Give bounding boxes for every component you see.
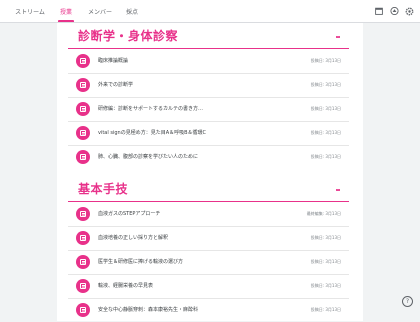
material-icon <box>76 126 90 140</box>
item-title: 輸液、経腸栄養の早見表 <box>98 283 154 289</box>
item-date: 投稿日: 3月13日 <box>310 283 341 288</box>
list-item[interactable]: 血液ガスのSTEPアプローチ 最終編集: 3月13日 <box>68 202 349 227</box>
drive-folder-icon[interactable] <box>389 6 399 16</box>
tab-members[interactable]: メンバー <box>86 0 114 22</box>
material-icon <box>76 303 90 317</box>
tab-grades[interactable]: 採点 <box>124 0 140 22</box>
section-title: 診断学・身体診察 <box>78 29 179 43</box>
calendar-icon[interactable] <box>374 6 384 16</box>
item-title: 臨床推論概論 <box>98 58 129 64</box>
list-item[interactable]: 血液培養の正しい採り方と解釈 投稿日: 3月13日 <box>68 226 349 251</box>
item-date: 投稿日: 3月13日 <box>310 154 341 159</box>
material-icon <box>76 102 90 116</box>
more-options-icon[interactable] <box>335 32 341 42</box>
list-item[interactable]: vital signの見極め方：見た目A＆呼吸B＆循環C 投稿日: 3月13日 <box>68 121 349 146</box>
item-date: 投稿日: 3月13日 <box>310 106 341 111</box>
material-icon <box>76 279 90 293</box>
item-title: 外来での診断学 <box>98 82 134 88</box>
tab-classwork[interactable]: 授業 <box>58 0 74 22</box>
list-item[interactable]: 安全な中心静脈穿刺：森本康裕先生・麻酔科 投稿日: 3月13日 <box>68 298 349 322</box>
list-item[interactable]: 肺、心臓、腹部の診察を学びたい人のために 投稿日: 3月13日 <box>68 145 349 169</box>
list-item[interactable]: 研修編：診断をサポートするカルテの書き方… 投稿日: 3月13日 <box>68 97 349 122</box>
material-icon <box>76 255 90 269</box>
item-date: 投稿日: 3月13日 <box>310 235 341 240</box>
item-title: 血液ガスのSTEPアプローチ <box>98 211 161 217</box>
item-date: 最終編集: 3月13日 <box>306 211 341 216</box>
help-icon[interactable]: ? <box>402 296 413 307</box>
tab-stream[interactable]: ストリーム <box>10 0 50 22</box>
item-title: 研修編：診断をサポートするカルテの書き方… <box>98 106 204 112</box>
tab-grades-label: 採点 <box>125 9 138 16</box>
material-icon <box>76 150 90 164</box>
item-title: vital signの見極め方：見た目A＆呼吸B＆循環C <box>98 130 207 136</box>
list-item[interactable]: 輸液、経腸栄養の早見表 投稿日: 3月13日 <box>68 274 349 299</box>
item-date: 投稿日: 3月13日 <box>310 130 341 135</box>
tab-members-label: メンバー <box>87 9 112 16</box>
tab-stream-label: ストリーム <box>15 9 45 16</box>
item-date: 投稿日: 3月13日 <box>310 58 341 63</box>
section-title: 基本手技 <box>78 182 129 196</box>
item-date: 投稿日: 3月13日 <box>310 82 341 87</box>
material-icon <box>76 54 90 68</box>
settings-icon[interactable] <box>404 6 414 16</box>
item-title: 血液培養の正しい採り方と解釈 <box>98 235 169 241</box>
help-label: ? <box>405 298 410 305</box>
material-icon <box>76 207 90 221</box>
item-title: 肺、心臓、腹部の診察を学びたい人のために <box>98 154 199 160</box>
list-item[interactable]: 臨床推論概論 投稿日: 3月13日 <box>68 49 349 74</box>
item-date: 投稿日: 3月13日 <box>310 259 341 264</box>
active-tab-indicator <box>58 20 74 22</box>
material-icon <box>76 78 90 92</box>
item-date: 投稿日: 3月13日 <box>310 307 341 312</box>
material-icon <box>76 231 90 245</box>
tab-classwork-label: 授業 <box>59 9 72 16</box>
item-title: 安全な中心静脈穿刺：森本康裕先生・麻酔科 <box>98 307 199 313</box>
item-title: 医学生＆研修医に捧げる輸液の選び方 <box>98 259 184 265</box>
list-item[interactable]: 外来での診断学 投稿日: 3月13日 <box>68 73 349 98</box>
classwork-content: 診断学・身体診察 臨床推論概論 投稿日: 3月13日 外来での診断学 投稿日: … <box>57 23 363 321</box>
list-item[interactable]: 医学生＆研修医に捧げる輸液の選び方 投稿日: 3月13日 <box>68 250 349 275</box>
top-navigation-bar: ストリーム 授業 メンバー 採点 <box>0 0 420 23</box>
more-options-icon[interactable] <box>335 185 341 195</box>
